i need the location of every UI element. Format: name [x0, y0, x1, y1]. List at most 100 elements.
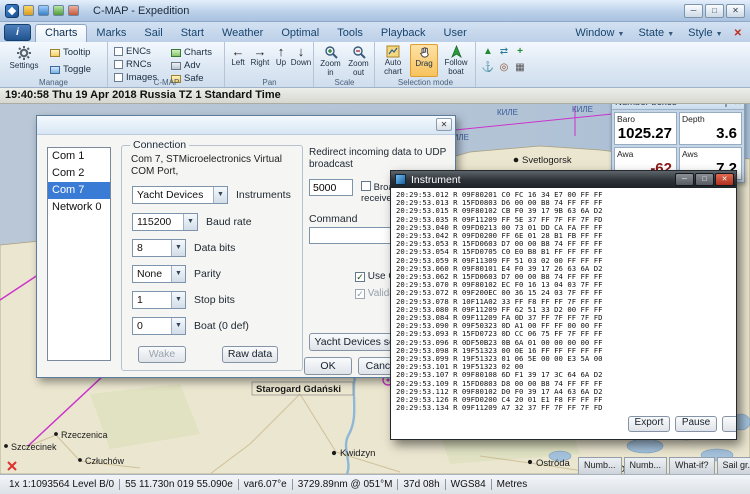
stop-bits-select[interactable]: 1 ▼	[132, 291, 186, 309]
maximize-icon[interactable]: □	[705, 4, 724, 18]
app-menu-button[interactable]: i	[4, 24, 31, 41]
panel-tabs: Numb... Numb... What-if? Sail gr...	[578, 457, 750, 474]
port-item-com1[interactable]: Com 1	[48, 148, 110, 165]
tooltip-button[interactable]: Tooltip	[50, 45, 90, 60]
grid-icon[interactable]: ▦	[513, 61, 527, 74]
minimize-icon[interactable]: ─	[684, 4, 703, 18]
status-scale: 1x 1:1093564 Level B/0	[4, 479, 119, 490]
panel-tab-number-2[interactable]: Numb...	[624, 457, 668, 474]
minimize-icon[interactable]: ─	[675, 173, 694, 186]
close-icon[interactable]: ✕	[715, 173, 734, 186]
ribbon-group-scale: Zoom in Zoom out Scale	[315, 42, 375, 87]
ribbon-group-pan: ← Left → Right ↑ Up ↓ Down Pan	[226, 42, 314, 87]
group-label-selection: Selection mode	[376, 78, 475, 87]
group-label-manage: Manage	[0, 78, 107, 87]
ok-button[interactable]: OK	[304, 357, 352, 375]
numbox-baro[interactable]: Baro 1025.27	[614, 112, 677, 145]
numbox-depth[interactable]: Depth 3.6	[679, 112, 742, 145]
group-label-cmap: C-MAP	[109, 78, 224, 87]
connection-dialog-titlebar[interactable]: ✕	[37, 116, 455, 135]
ribbon-collapse-close-icon[interactable]: ✕	[730, 26, 750, 42]
partial-button[interactable]	[722, 416, 737, 432]
data-bits-select[interactable]: 8 ▼	[132, 239, 186, 257]
raw-data-button[interactable]: Raw data	[222, 346, 278, 363]
stop-bits-label: Stop bits	[194, 294, 235, 306]
port-item-com2[interactable]: Com 2	[48, 165, 110, 182]
pan-up-button[interactable]: ↑ Up	[272, 44, 290, 77]
tab-marks[interactable]: Marks	[87, 25, 135, 42]
panel-tab-sailgraph[interactable]: Sail gr...	[717, 457, 750, 474]
ribbon: Settings Tooltip Toggle Manage ENCs RNCs	[0, 42, 750, 88]
tab-user[interactable]: User	[435, 25, 476, 42]
quickaccess-icon-4[interactable]	[68, 5, 79, 16]
follow-boat-button[interactable]: Follow boat	[440, 44, 472, 77]
panel-tab-number-1[interactable]: Numb...	[578, 457, 622, 474]
instrument-log[interactable]: 20:29:53.012 R 09F80201 C0 FC 16 34 E7 0…	[391, 188, 736, 440]
chevron-down-icon: ▼	[171, 318, 185, 334]
tab-start[interactable]: Start	[172, 25, 213, 42]
parity-select[interactable]: None ▼	[132, 265, 186, 283]
menu-window[interactable]: Window ▼	[568, 25, 631, 42]
panel-tab-whatif[interactable]: What-if?	[669, 457, 715, 474]
auto-chart-button[interactable]: Auto chart	[378, 44, 408, 77]
swap-arrows-icon[interactable]: ⇄	[497, 45, 511, 58]
port-list[interactable]: Com 1 Com 2 Com 7 Network 0	[47, 147, 111, 361]
adv-icon	[171, 62, 181, 70]
city-label: Svetlogorsk	[522, 155, 572, 166]
boat-select[interactable]: 0 ▼	[132, 317, 186, 335]
menu-state[interactable]: State ▼	[631, 25, 681, 42]
port-item-network0[interactable]: Network 0	[48, 199, 110, 216]
baud-rate-select[interactable]: 115200 ▼	[132, 213, 198, 231]
chart-icon	[171, 49, 181, 57]
up-arrow-icon[interactable]: ▲	[481, 45, 495, 58]
ribbon-tab-row: i Charts Marks Sail Start Weather Optima…	[0, 22, 750, 42]
tab-playback[interactable]: Playback	[372, 25, 435, 42]
pan-right-button[interactable]: → Right	[249, 44, 271, 77]
port-item-com7[interactable]: Com 7	[48, 182, 110, 199]
rncs-checkbox[interactable]: RNCs	[114, 58, 151, 71]
instrument-titlebar[interactable]: Instrument ─ □ ✕	[391, 171, 736, 188]
tab-weather[interactable]: Weather	[213, 25, 272, 42]
anchor-icon[interactable]: ⚓	[481, 61, 495, 74]
pan-left-button[interactable]: ← Left	[228, 44, 248, 77]
city-label: Człuchów	[85, 456, 125, 466]
instruments-label: Instruments	[236, 189, 291, 201]
tooltip-icon	[50, 49, 60, 57]
hand-drag-icon	[418, 46, 431, 59]
settings-button[interactable]: Settings	[4, 44, 44, 77]
target-icon[interactable]: ◎	[497, 61, 511, 74]
tab-tools[interactable]: Tools	[328, 25, 372, 42]
tab-optimal[interactable]: Optimal	[272, 25, 328, 42]
maximize-icon[interactable]: □	[695, 173, 714, 186]
pause-button[interactable]: Pause	[675, 416, 717, 432]
wake-button[interactable]: Wake	[138, 346, 186, 363]
tab-sail[interactable]: Sail	[135, 25, 171, 42]
checkbox-icon	[114, 47, 123, 56]
zoom-in-button[interactable]: Zoom in	[317, 44, 344, 77]
export-button[interactable]: Export	[628, 416, 670, 432]
instruments-select[interactable]: Yacht Devices ▼	[132, 186, 228, 204]
gear-icon	[16, 45, 32, 61]
udp-port-input[interactable]	[309, 179, 353, 196]
quickaccess-icon-1[interactable]	[23, 5, 34, 16]
baud-rate-label: Baud rate	[206, 216, 252, 228]
toggle-button[interactable]: Toggle	[50, 62, 91, 77]
close-icon[interactable]: ✕	[726, 4, 745, 18]
menu-style[interactable]: Style ▼	[681, 25, 729, 42]
follow-boat-icon	[450, 45, 463, 58]
zoom-out-button[interactable]: Zoom out	[345, 44, 372, 77]
drag-button[interactable]: Drag	[410, 44, 438, 77]
chevron-down-icon: ▼	[667, 31, 674, 38]
instrument-window: Instrument ─ □ ✕ 20:29:53.012 R 09F80201…	[390, 170, 737, 440]
command-label: Command	[309, 213, 357, 225]
city-label: Rzeczenica	[61, 430, 108, 440]
encs-checkbox[interactable]: ENCs	[114, 45, 151, 58]
checkbox-icon	[114, 60, 123, 69]
tab-charts[interactable]: Charts	[35, 24, 87, 42]
quickaccess-icon-3[interactable]	[53, 5, 64, 16]
quickaccess-icon-2[interactable]	[38, 5, 49, 16]
pan-down-button[interactable]: ↓ Down	[290, 44, 312, 77]
dialog-close-icon[interactable]: ✕	[436, 118, 452, 131]
title-bar: C-MAP - Expedition ─ □ ✕	[0, 0, 750, 22]
add-icon[interactable]: +	[513, 45, 527, 58]
